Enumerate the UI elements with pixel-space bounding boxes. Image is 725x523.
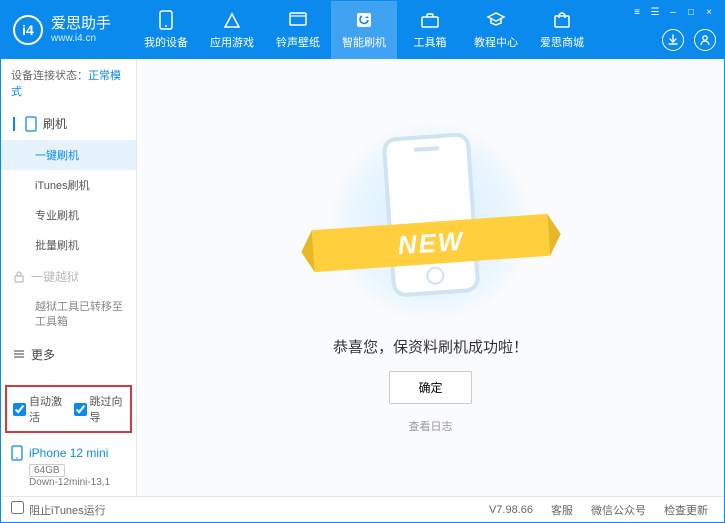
sidebar-section-flash[interactable]: 刷机	[1, 107, 136, 140]
download-button[interactable]	[662, 29, 684, 51]
sidebar-item-other-tools[interactable]: 其他工具	[1, 371, 136, 381]
success-illustration: NEW	[331, 122, 531, 322]
lock-icon	[13, 270, 25, 284]
sidebar-item-onekey-flash[interactable]: 一键刷机	[1, 140, 136, 170]
device-info[interactable]: iPhone 12 mini 64GB Down-12mini-13,1	[1, 437, 136, 496]
nav-my-device[interactable]: 我的设备	[133, 1, 199, 59]
sidebar-item-batch-flash[interactable]: 批量刷机	[1, 230, 136, 260]
nav-smart-flash[interactable]: 智能刷机	[331, 1, 397, 59]
logo-icon: i4	[13, 15, 43, 45]
phone-illustration-icon	[381, 131, 480, 297]
checkbox-skip-guide[interactable]: 跳过向导	[74, 393, 125, 425]
wallpaper-icon	[288, 10, 308, 30]
check-update-link[interactable]: 检查更新	[658, 502, 714, 518]
sidebar: 设备连接状态：正常模式 刷机 一键刷机 iTunes刷机 专业刷机 批量刷机 一…	[1, 59, 137, 496]
nav-toolbox[interactable]: 工具箱	[397, 1, 463, 59]
nav-tutorials[interactable]: 教程中心	[463, 1, 529, 59]
phone-icon	[156, 10, 176, 30]
checkbox-block-itunes[interactable]: 阻止iTunes运行	[11, 501, 106, 518]
menu-icon[interactable]: ≡	[630, 5, 644, 19]
store-icon	[552, 10, 572, 30]
title-round-buttons	[662, 29, 716, 51]
more-icon	[13, 348, 25, 360]
window-controls: ≡ ☰ – □ ×	[630, 5, 716, 19]
sidebar-item-pro-flash[interactable]: 专业刷机	[1, 200, 136, 230]
connection-status: 设备连接状态：正常模式	[1, 59, 136, 107]
apps-icon	[222, 10, 242, 30]
app-url: www.i4.cn	[51, 33, 111, 44]
view-log-link[interactable]: 查看日志	[409, 418, 453, 434]
phone-icon	[25, 116, 37, 132]
sidebar-section-more[interactable]: 更多	[1, 338, 136, 371]
success-message: 恭喜您，保资料刷机成功啦！	[333, 336, 528, 357]
options-highlight-box: 自动激活 跳过向导	[5, 385, 132, 433]
sidebar-item-itunes-flash[interactable]: iTunes刷机	[1, 170, 136, 200]
wechat-link[interactable]: 微信公众号	[585, 502, 652, 518]
app-window: i4 爱思助手 www.i4.cn 我的设备 应用游戏 铃声壁纸 智能刷机	[0, 0, 725, 523]
main-content: NEW 恭喜您，保资料刷机成功啦！ 确定 查看日志	[137, 59, 724, 496]
device-capacity: 64GB	[29, 464, 65, 477]
customer-service-link[interactable]: 客服	[545, 502, 579, 518]
minimize-icon[interactable]: –	[666, 5, 680, 19]
main-nav: 我的设备 应用游戏 铃声壁纸 智能刷机 工具箱 教程中心	[133, 1, 595, 59]
app-name: 爱思助手	[51, 16, 111, 33]
tutorial-icon	[486, 10, 506, 30]
checkbox-auto-activate[interactable]: 自动激活	[13, 393, 64, 425]
logo: i4 爱思助手 www.i4.cn	[13, 15, 133, 45]
status-bar: 阻止iTunes运行 V7.98.66 客服 微信公众号 检查更新	[1, 496, 724, 522]
sidebar-jailbreak-note: 越狱工具已转移至工具箱	[1, 293, 136, 338]
sidebar-section-jailbreak: 一键越狱	[1, 260, 136, 293]
maximize-icon[interactable]: □	[684, 5, 698, 19]
device-firmware: Down-12mini-13,1	[29, 477, 126, 488]
toolbox-icon	[420, 10, 440, 30]
nav-ringtones-wallpapers[interactable]: 铃声壁纸	[265, 1, 331, 59]
nav-apps-games[interactable]: 应用游戏	[199, 1, 265, 59]
settings-icon[interactable]: ☰	[648, 5, 662, 19]
close-icon[interactable]: ×	[702, 5, 716, 19]
ok-button[interactable]: 确定	[389, 371, 471, 404]
nav-store[interactable]: 爱思商城	[529, 1, 595, 59]
version-label: V7.98.66	[483, 504, 539, 516]
flash-icon	[354, 10, 374, 30]
device-phone-icon	[11, 445, 23, 461]
device-name: iPhone 12 mini	[29, 446, 108, 460]
titlebar: i4 爱思助手 www.i4.cn 我的设备 应用游戏 铃声壁纸 智能刷机	[1, 1, 724, 59]
user-button[interactable]	[694, 29, 716, 51]
